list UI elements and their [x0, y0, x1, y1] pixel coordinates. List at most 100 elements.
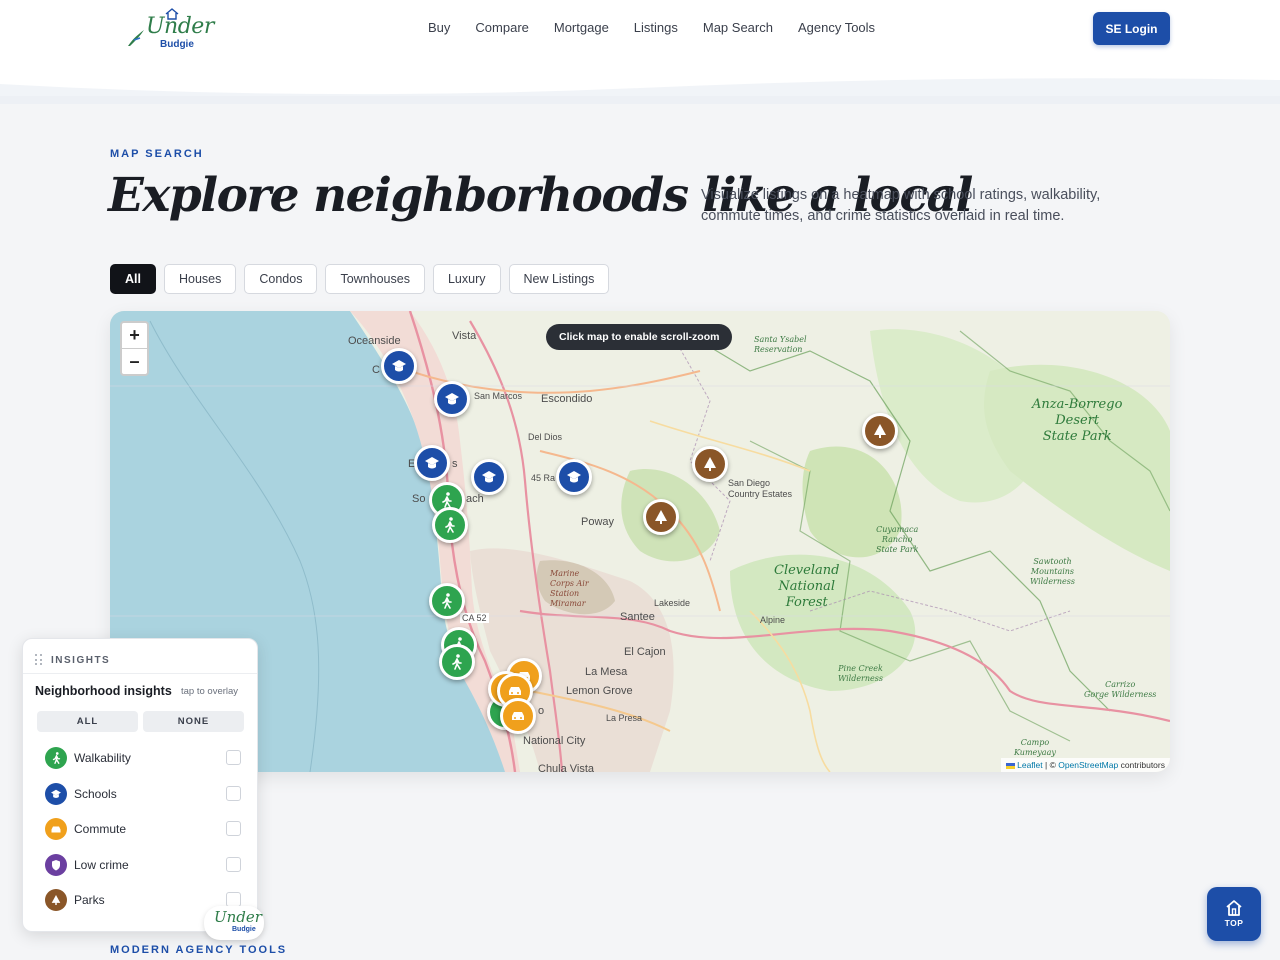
filter-condos[interactable]: Condos — [244, 264, 318, 294]
login-button[interactable]: SE Login — [1093, 12, 1170, 45]
walkability-checkbox[interactable] — [226, 750, 241, 765]
floating-brand-badge[interactable]: Under Budgie — [204, 906, 264, 940]
label-san-diego-country-estates: San Diego Country Estates — [728, 478, 793, 499]
nav-buy[interactable]: Buy — [428, 20, 450, 35]
school-icon — [482, 471, 496, 483]
label-vista: Vista — [452, 330, 477, 342]
tree-icon — [45, 889, 67, 911]
insight-commute[interactable]: Commute — [45, 817, 241, 841]
label-so: So — [412, 493, 426, 505]
nav-agency-tools[interactable]: Agency Tools — [798, 20, 875, 35]
school-marker[interactable] — [471, 459, 507, 495]
label-anza-borrego: Anza-Borrego Desert State Park — [1032, 397, 1123, 444]
label-lakeside: Lakeside — [654, 598, 691, 608]
park-marker[interactable] — [692, 446, 728, 482]
zoom-in-button[interactable]: + — [122, 323, 147, 348]
insights-divider — [23, 673, 257, 674]
main-nav: Buy Compare Mortgage Listings Map Search… — [428, 20, 900, 35]
car-icon — [45, 818, 67, 840]
label-cuyamaca: Cuyamaca Rancho State Park — [876, 525, 919, 554]
label-la-mesa: La Mesa — [585, 666, 628, 678]
school-marker[interactable] — [414, 445, 450, 481]
label-s: s — [452, 458, 458, 470]
label-escondido: Escondido — [541, 393, 593, 405]
commute-marker[interactable] — [500, 698, 536, 734]
filter-new-listings[interactable]: New Listings — [508, 264, 610, 294]
filter-all[interactable]: All — [110, 264, 156, 294]
osm-link[interactable]: OpenStreetMap — [1058, 760, 1118, 770]
walkability-marker[interactable] — [439, 644, 475, 680]
school-marker[interactable] — [381, 348, 417, 384]
filter-houses[interactable]: Houses — [163, 264, 237, 294]
header-wave — [0, 70, 1280, 104]
car-icon — [509, 687, 521, 695]
label-pine-creek: Pine Creek Wilderness — [838, 664, 883, 683]
walkability-marker[interactable] — [429, 583, 465, 619]
bird-icon — [128, 30, 144, 46]
map-view[interactable]: Oceanside Vista San Marcos Escondido Del… — [110, 311, 1170, 772]
insights-panel: INSIGHTS Neighborhood insights tap to ov… — [22, 638, 258, 932]
label-santa-ysabel: Santa Ysabel Reservation — [754, 335, 807, 354]
insight-schools[interactable]: Schools — [45, 782, 241, 806]
attribution-tail: contributors — [1118, 760, 1165, 770]
insight-label: Walkability — [74, 751, 131, 765]
label-45ra: 45 Ra — [531, 473, 556, 483]
commute-checkbox[interactable] — [226, 821, 241, 836]
walk-icon — [452, 654, 462, 670]
school-icon — [445, 393, 459, 405]
select-none-button[interactable]: NONE — [143, 711, 244, 732]
walk-icon — [45, 747, 67, 769]
walk-icon — [442, 492, 452, 508]
nav-mortgage[interactable]: Mortgage — [554, 20, 609, 35]
label-sawtooth: Sawtooth Mountains Wilderness — [1030, 557, 1075, 586]
school-marker[interactable] — [434, 381, 470, 417]
top-label: TOP — [1224, 918, 1244, 928]
back-to-top-button[interactable]: TOP — [1207, 887, 1261, 941]
label-santee: Santee — [620, 611, 655, 623]
label-la-presa: La Presa — [606, 713, 643, 723]
insights-header: INSIGHTS — [35, 654, 110, 666]
filter-luxury[interactable]: Luxury — [432, 264, 501, 294]
nav-compare[interactable]: Compare — [475, 20, 528, 35]
select-all-button[interactable]: ALL — [37, 711, 138, 732]
schools-checkbox[interactable] — [226, 786, 241, 801]
parks-checkbox[interactable] — [226, 892, 241, 907]
school-marker[interactable] — [556, 459, 592, 495]
map-attribution: Leaflet | © OpenStreetMap contributors — [1001, 758, 1170, 772]
label-chula-vista: Chula Vista — [538, 763, 595, 772]
shield-icon — [45, 854, 67, 876]
label-o: o — [538, 705, 545, 717]
tree-icon — [704, 457, 716, 471]
insight-low-crime[interactable]: Low crime — [45, 853, 241, 877]
walk-icon — [445, 517, 455, 533]
zoom-control: + – — [120, 321, 149, 376]
insight-walkability[interactable]: Walkability — [45, 746, 241, 770]
label-lemon-grove: Lemon Grove — [566, 685, 633, 697]
school-icon — [425, 457, 439, 469]
map-tiles — [110, 311, 1170, 772]
park-marker[interactable] — [643, 499, 679, 535]
insight-label: Parks — [74, 893, 105, 907]
label-el-cajon: El Cajon — [624, 646, 666, 658]
leaflet-link[interactable]: Leaflet — [1017, 760, 1043, 770]
walkability-marker[interactable] — [432, 507, 468, 543]
brand-logo[interactable]: Under Budgie — [124, 8, 214, 54]
low-crime-checkbox[interactable] — [226, 857, 241, 872]
nav-listings[interactable]: Listings — [634, 20, 678, 35]
label-poway: Poway — [581, 516, 615, 528]
label-del-dios: Del Dios — [528, 432, 563, 442]
label-ca52: CA 52 — [460, 613, 489, 623]
label-ach: ach — [466, 493, 484, 505]
nav-map-search[interactable]: Map Search — [703, 20, 773, 35]
filter-chips: All Houses Condos Townhouses Luxury New … — [110, 264, 610, 294]
label-miramar: Marine Corps Air Station Miramar — [550, 569, 589, 608]
insight-label: Schools — [74, 787, 117, 801]
hero-description: Visualize listings on a heatmap with sch… — [701, 187, 1101, 224]
filter-townhouses[interactable]: Townhouses — [325, 264, 425, 294]
school-icon — [567, 471, 581, 483]
label-cleveland-forest: Cleveland National Forest — [774, 563, 840, 610]
drag-handle[interactable] — [35, 654, 43, 666]
badge-sub: Budgie — [232, 926, 256, 933]
park-marker[interactable] — [862, 413, 898, 449]
zoom-out-button[interactable]: – — [122, 348, 147, 373]
